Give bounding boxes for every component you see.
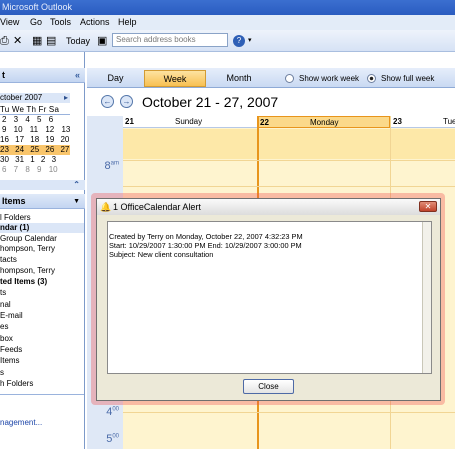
folder-item[interactable]: hompson, Terry [0,266,55,276]
close-button[interactable]: Close [243,379,294,394]
folder-item[interactable]: box [0,334,13,344]
folder-item[interactable]: ts [0,288,6,298]
menu-actions[interactable]: Actions [80,15,110,30]
hour-suffix: 00 [112,433,119,440]
delete-icon[interactable]: ✕ [13,34,22,48]
alert-dialog: 🔔 1 OfficeCalendar Alert ✕ Created by Te… [96,198,441,401]
tab-day[interactable]: Day [87,70,144,87]
tab-week[interactable]: Week [144,70,206,87]
bell-icon: 🔔 [100,202,112,212]
folder-item[interactable]: hompson, Terry [0,244,55,254]
mini-calendar-week[interactable]: 9 10 11 12 13 [2,125,72,135]
hour-line [123,160,455,161]
view-switcher: Day Week Month Show work week Show full … [87,68,455,88]
calendar-grid-icon[interactable]: ▤ [46,34,56,48]
print-icon[interactable]: ⎙ [0,34,9,48]
address-book-icon[interactable]: ▣ [97,34,107,48]
dialog-close-icon[interactable]: ✕ [419,201,437,212]
hour-label-5: 500 [87,433,122,445]
mini-calendar-month: ctober 2007 [0,93,43,102]
folder-item[interactable]: es [0,322,8,332]
folder-item[interactable]: h Folders [0,379,33,389]
folder-item-calendar[interactable]: ndar (1) [0,223,84,233]
hour-label-8am: 8am [87,160,122,172]
show-full-week-radio[interactable] [367,74,376,83]
hour-label-4: 400 [87,406,122,418]
hour-suffix: am [110,160,119,167]
all-day-row[interactable] [123,129,455,159]
nav-header: t « [0,68,85,83]
folders-menu-icon[interactable]: ▼ [73,194,80,209]
folder-item[interactable]: E-mail [0,311,23,321]
folder-item[interactable]: nal [0,300,11,310]
folder-item[interactable]: Items [0,356,20,366]
folder-item[interactable]: tacts [0,255,17,265]
mini-calendar-week[interactable]: 30 31 1 2 3 [0,155,70,165]
nav-splitter[interactable]: ⌃ [0,180,85,190]
show-full-week-label[interactable]: Show full week [381,70,455,87]
day-number: 23 [393,117,402,126]
menu-view[interactable]: View [0,15,19,30]
previous-week-icon[interactable]: ← [101,95,114,108]
today-button[interactable]: Today [66,34,90,48]
folder-item-deleted[interactable]: ted Items (3) [0,277,47,287]
mini-calendar-week[interactable]: 6 7 8 9 10 [2,165,72,175]
manage-link[interactable]: nagement... [0,418,42,428]
navigation-pane: t « ctober 2007 ▸ Tu We Th Fr Sa 2 3 4 5… [0,52,85,449]
nav-divider [0,394,84,395]
day-header-sunday[interactable]: 21 Sunday [123,116,257,128]
dialog-title-bar[interactable]: 🔔 1 OfficeCalendar Alert ✕ [97,199,440,215]
search-address-books-input[interactable]: Search address books [112,33,228,47]
next-week-icon[interactable]: → [120,95,133,108]
window-title-bar: Microsoft Outlook [0,0,455,15]
folder-item[interactable]: Feeds [0,345,22,355]
alert-created-line: Created by Terry on Monday, October 22, … [109,232,303,241]
folder-label: ndar (1) [0,223,30,232]
help-icon[interactable]: ? [233,35,245,47]
mini-calendar-week[interactable]: 2 3 4 5 6 [2,115,72,125]
menu-go[interactable]: Go [30,15,42,30]
date-range-title: October 21 - 27, 2007 [142,94,279,110]
menu-tools[interactable]: Tools [50,15,71,30]
day-name: Tue [443,117,455,126]
menu-bar: View Go Tools Actions Help [0,15,455,30]
tab-month[interactable]: Month [208,70,270,87]
folders-header: Items ▼ [0,194,85,209]
show-work-week-radio[interactable] [285,74,294,83]
hour-line [123,412,455,413]
day-number: 22 [260,118,269,127]
mini-calendar-title: ctober 2007 ▸ [0,93,70,103]
alert-subject-line: Subject: New client consultation [109,250,214,259]
hour-suffix: 00 [112,406,119,413]
mini-calendar-weekdays: Tu We Th Fr Sa [0,105,70,115]
scrollbar[interactable] [422,222,431,373]
day-header-tuesday[interactable]: 23 Tue [391,116,455,128]
calendar-icon[interactable]: ▦ [32,34,42,48]
day-name: Sunday [175,117,203,126]
folder-item[interactable]: s [0,368,4,378]
menu-help[interactable]: Help [118,15,137,30]
day-name: Monday [310,118,339,127]
mini-calendar-week[interactable]: 16 17 18 19 20 [0,135,70,145]
alert-message-box: Created by Terry on Monday, October 22, … [107,221,432,374]
collapse-nav-icon[interactable]: « [75,68,80,83]
folder-item[interactable]: Group Calendar [0,234,57,244]
day-header-monday[interactable]: 22 Monday [257,116,390,128]
alert-time-line: Start: 10/29/2007 1:30:00 PM End: 10/29/… [109,241,302,250]
collapse-icon[interactable]: ⌃ [73,177,80,192]
window-title: Microsoft Outlook [2,2,73,12]
dialog-title: 1 OfficeCalendar Alert [113,202,201,212]
nav-header-label: t [2,70,5,80]
mini-calendar-selected-week[interactable]: 23 24 25 26 27 [0,145,70,155]
day-number: 21 [125,117,134,126]
folder-item[interactable]: l Folders [0,213,31,223]
folders-header-label: Items [2,196,26,206]
toolbar-options-icon[interactable]: ▾ [248,34,252,48]
next-month-icon[interactable]: ▸ [64,93,68,103]
hour-line [123,186,455,187]
